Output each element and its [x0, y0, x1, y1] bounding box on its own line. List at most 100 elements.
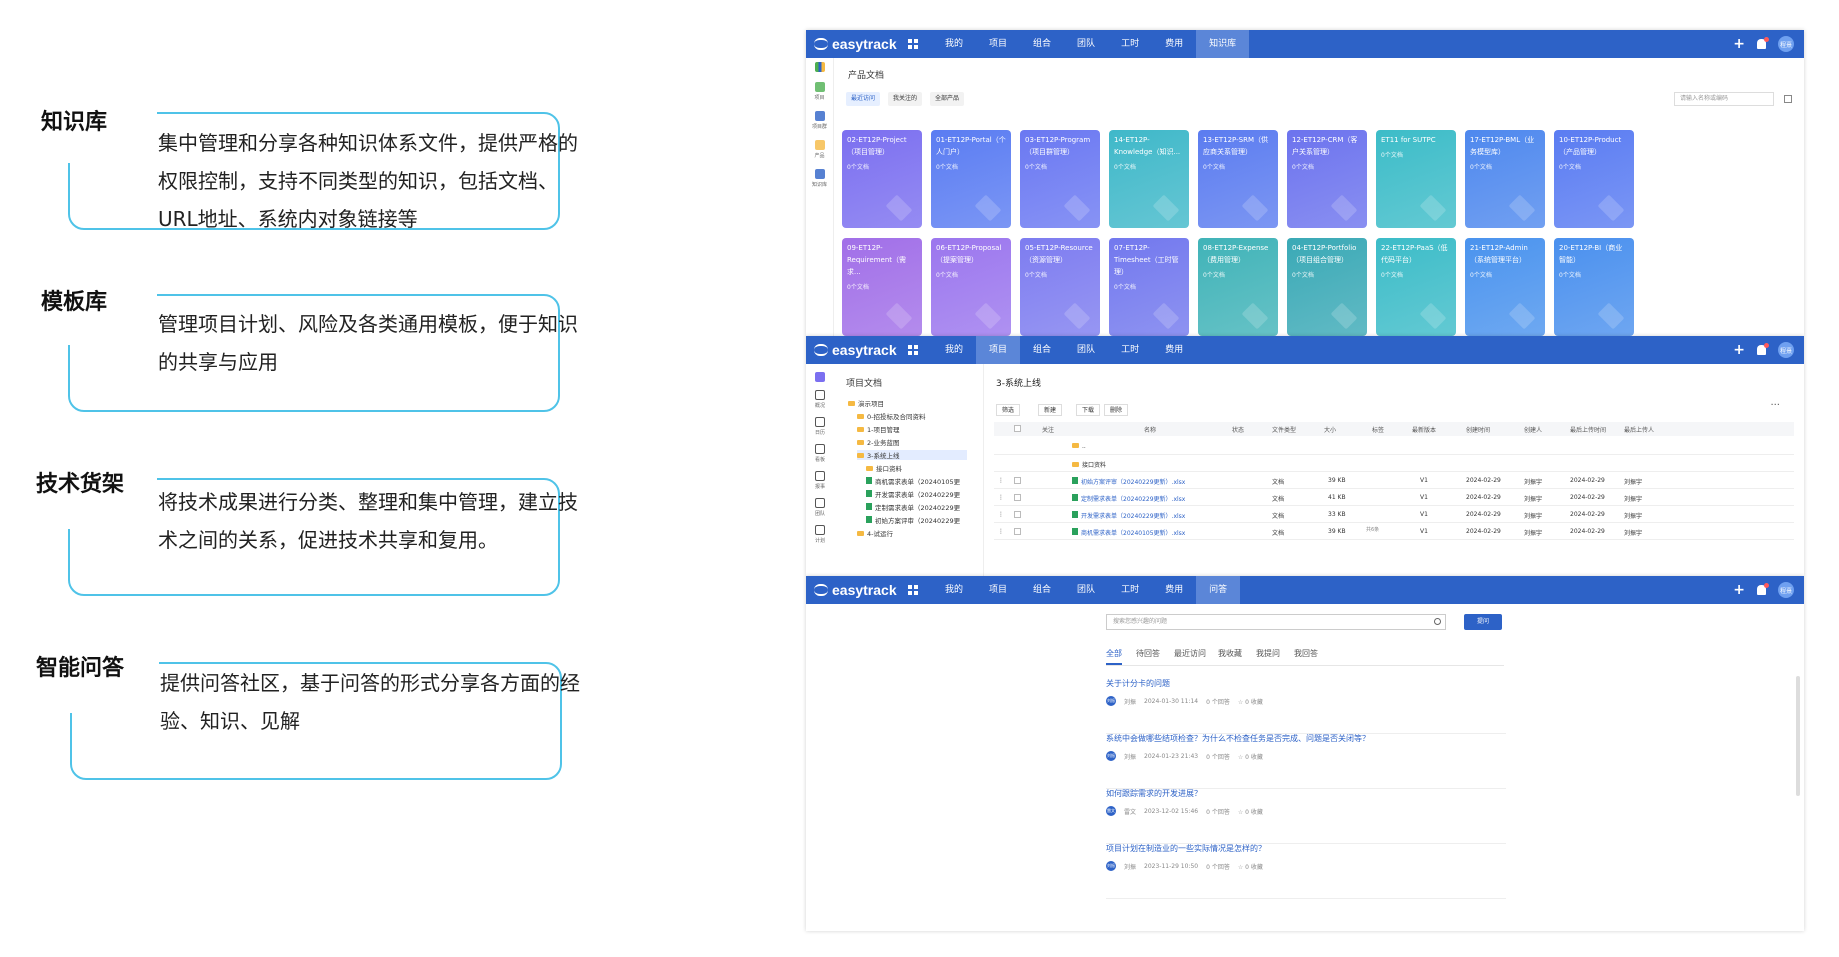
- more-icon[interactable]: ···: [1770, 400, 1780, 411]
- column-header[interactable]: 最新版本: [1412, 425, 1436, 434]
- column-header[interactable]: 创建时间: [1466, 425, 1490, 434]
- product-card[interactable]: 08-ET12P-Expense（费用管理） 0个文档: [1198, 238, 1278, 336]
- row-checkbox[interactable]: [1014, 494, 1021, 501]
- plus-icon[interactable]: +: [1733, 582, 1745, 598]
- app-grid-icon[interactable]: [908, 345, 918, 355]
- nav-item[interactable]: 团队: [1064, 30, 1108, 58]
- toolbar-button[interactable]: 删除: [1104, 404, 1129, 416]
- sidebar-icon[interactable]: [815, 471, 825, 481]
- nav-item[interactable]: 问答: [1196, 576, 1241, 604]
- question-favorites[interactable]: ☆ 0 收藏: [1238, 697, 1263, 706]
- row-checkbox[interactable]: [1014, 477, 1021, 484]
- question-favorites[interactable]: ☆ 0 收藏: [1238, 807, 1263, 816]
- project-switch-icon[interactable]: [815, 372, 825, 382]
- avatar[interactable]: 程熹: [1778, 342, 1794, 358]
- sidebar-icon[interactable]: [815, 417, 825, 427]
- product-card[interactable]: 14-ET12P-Knowledge（知识... 0个文档: [1109, 130, 1189, 228]
- product-card[interactable]: 05-ET12P-Resource（资源管理） 0个文档: [1020, 238, 1100, 336]
- product-card[interactable]: 22-ET12P-PaaS（低代码平台） 0个文档: [1376, 238, 1456, 336]
- tree-node[interactable]: 开发需求表单（20240229更: [866, 489, 960, 499]
- sidebar-icon[interactable]: [814, 169, 825, 179]
- nav-item[interactable]: 我的: [932, 30, 976, 58]
- table-row[interactable]: ..: [994, 438, 1794, 455]
- product-card[interactable]: 13-ET12P-SRM（供应商关系管理） 0个文档: [1198, 130, 1278, 228]
- app-grid-icon[interactable]: [908, 585, 918, 595]
- qa-item[interactable]: 关于计分卡的问题 刘振 刘振 2024-01-30 11:14 0 个回答 ☆ 0 收藏: [1106, 678, 1506, 734]
- product-card[interactable]: 10-ET12P-Product（产品管理） 0个文档: [1554, 130, 1634, 228]
- filter-chip[interactable]: 我关注的: [888, 92, 923, 106]
- toolbar-button[interactable]: 下载: [1076, 404, 1101, 416]
- question-title[interactable]: 项目计划在制造业的一些实际情况是怎样的？: [1106, 843, 1266, 854]
- sidebar-icon[interactable]: [814, 111, 825, 121]
- avatar[interactable]: 程熹: [1778, 36, 1794, 52]
- product-card[interactable]: ET11 for SUTPC 0个文档: [1376, 130, 1456, 228]
- table-row[interactable]: ⋮ 初始方案评审（20240229更新）.xlsx 文档 39 KB V1 2024-02…: [994, 472, 1794, 489]
- tree-node[interactable]: 2-业务蓝图: [857, 437, 899, 447]
- question-favorites[interactable]: ☆ 0 收藏: [1238, 752, 1263, 761]
- qa-tab[interactable]: 全部: [1106, 648, 1122, 665]
- tree-node[interactable]: 初始方案评审（20240229更: [866, 515, 960, 525]
- toolbar-button[interactable]: 新建: [1038, 404, 1063, 416]
- column-header[interactable]: 大小: [1324, 425, 1336, 434]
- column-header[interactable]: 创建人: [1524, 425, 1542, 434]
- sidebar-icon[interactable]: [814, 140, 825, 150]
- sidebar-icon[interactable]: [815, 525, 825, 535]
- table-row[interactable]: 接口资料: [994, 455, 1794, 472]
- product-card[interactable]: 02-ET12P-Project（项目管理） 0个文档: [842, 130, 922, 228]
- qa-tab[interactable]: 我回答: [1294, 648, 1318, 663]
- scrollbar[interactable]: [1796, 676, 1800, 796]
- file-name[interactable]: 定制需求表单（20240229更新）.xlsx: [1072, 494, 1185, 503]
- question-favorites[interactable]: ☆ 0 收藏: [1238, 862, 1263, 871]
- column-header[interactable]: 名称: [1144, 425, 1156, 434]
- row-menu-icon[interactable]: ⋮: [998, 511, 1004, 518]
- library-icon[interactable]: [814, 62, 825, 72]
- app-grid-icon[interactable]: [908, 39, 918, 49]
- tree-node[interactable]: 0-招投标及合同资料: [857, 411, 925, 421]
- tree-node[interactable]: 接口资料: [866, 463, 902, 473]
- qa-tab[interactable]: 我提问: [1256, 648, 1280, 663]
- file-name[interactable]: 初始方案评审（20240229更新）.xlsx: [1072, 477, 1185, 486]
- qa-item[interactable]: 系统中会做哪些结项检查？为什么不检查任务是否完成、问题是否关闭等？ 刘振 刘振 202…: [1106, 733, 1506, 789]
- nav-item[interactable]: 项目: [976, 576, 1020, 604]
- nav-item[interactable]: 我的: [932, 576, 976, 604]
- qa-tab[interactable]: 待回答: [1136, 648, 1160, 663]
- filter-chip[interactable]: 全部产品: [930, 92, 965, 106]
- tree-node[interactable]: 4-试运行: [857, 528, 893, 538]
- table-row[interactable]: ⋮ 商机需求表单（20240105更新）.xlsx 文档 39 KB V1 2024-02…: [994, 523, 1794, 540]
- product-card[interactable]: 09-ET12P-Requirement（需求... 0个文档: [842, 238, 922, 336]
- qa-search-input[interactable]: 搜索您感兴趣的问题: [1106, 614, 1446, 630]
- column-header[interactable]: 最后上传人: [1624, 425, 1654, 434]
- tree-node[interactable]: 1-项目管理: [857, 424, 899, 434]
- sidebar-icon[interactable]: [815, 390, 825, 400]
- nav-item[interactable]: 组合: [1020, 336, 1064, 364]
- qa-tab[interactable]: 最近访问: [1174, 648, 1206, 663]
- file-name[interactable]: 开发需求表单（20240229更新）.xlsx: [1072, 511, 1185, 520]
- file-name[interactable]: ..: [1072, 443, 1086, 450]
- sidebar-icon[interactable]: [815, 498, 825, 508]
- search-icon[interactable]: [1434, 618, 1441, 625]
- product-card[interactable]: 03-ET12P-Program（项目群管理） 0个文档: [1020, 130, 1100, 228]
- plus-icon[interactable]: +: [1733, 36, 1745, 52]
- nav-item[interactable]: 项目: [976, 30, 1020, 58]
- qa-item[interactable]: 如何跟踪需求的开发进展？ 雷文 雷文 2023-12-02 15:46 0 个回答 ☆ 0…: [1106, 788, 1506, 844]
- product-card[interactable]: 04-ET12P-Portfolio（项目组合管理） 0个文档: [1287, 238, 1367, 336]
- qa-item[interactable]: 项目计划在制造业的一些实际情况是怎样的？ 刘振 刘振 2023-11-29 10:50…: [1106, 843, 1506, 899]
- product-card[interactable]: 21-ET12P-Admin（系统管理平台） 0个文档: [1465, 238, 1545, 336]
- tree-node[interactable]: 3-系统上线: [857, 450, 967, 460]
- product-card[interactable]: 17-ET12P-BML（业务模型库） 0个文档: [1465, 130, 1545, 228]
- nav-item[interactable]: 组合: [1020, 30, 1064, 58]
- plus-icon[interactable]: +: [1733, 342, 1745, 358]
- question-title[interactable]: 系统中会做哪些结项检查？为什么不检查任务是否完成、问题是否关闭等？: [1106, 733, 1370, 744]
- logo[interactable]: easytrack: [806, 342, 902, 358]
- row-menu-icon[interactable]: ⋮: [998, 477, 1004, 484]
- nav-item[interactable]: 工时: [1108, 576, 1152, 604]
- nav-item[interactable]: 费用: [1152, 336, 1196, 364]
- nav-item[interactable]: 费用: [1152, 30, 1196, 58]
- product-card[interactable]: 07-ET12P-Timesheet（工时管理） 0个文档: [1109, 238, 1189, 336]
- nav-item[interactable]: 团队: [1064, 336, 1108, 364]
- sidebar-icon[interactable]: [814, 82, 825, 92]
- row-checkbox[interactable]: [1014, 528, 1021, 535]
- logo[interactable]: easytrack: [806, 36, 902, 52]
- question-title[interactable]: 如何跟踪需求的开发进展？: [1106, 788, 1202, 799]
- table-row[interactable]: ⋮ 开发需求表单（20240229更新）.xlsx 文档 33 KB V1 2024-02…: [994, 506, 1794, 523]
